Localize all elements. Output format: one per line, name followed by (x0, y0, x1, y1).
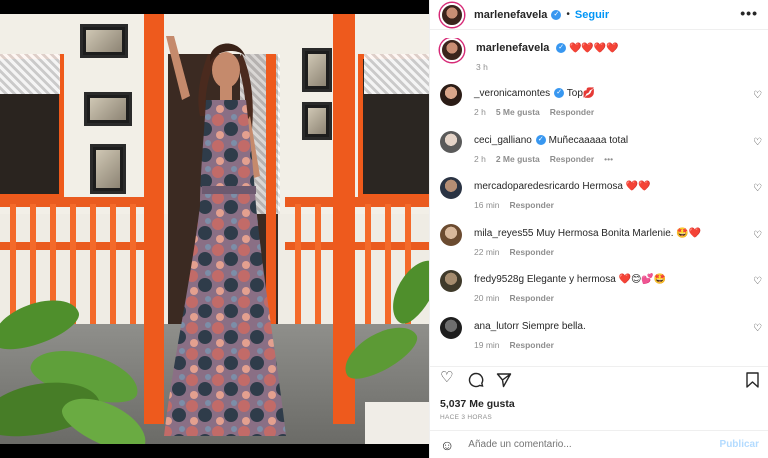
commenter-avatar[interactable] (440, 223, 462, 246)
like-comment-heart-icon[interactable]: ♡ (753, 323, 762, 334)
plant-pot (365, 402, 429, 444)
comment-text: Muy Hermosa Bonita Marlenie. 🤩❤️ (536, 227, 702, 239)
post-side-panel: marlenefavela ✓ • Seguir ••• marlenefave… (429, 0, 768, 458)
photo-scene (0, 14, 429, 444)
woman-figure (164, 36, 286, 436)
like-comment-heart-icon[interactable]: ♡ (753, 183, 762, 194)
comment-username[interactable]: _veronicamontes (474, 88, 550, 99)
commenter-avatar[interactable] (440, 130, 462, 153)
comment-time: 22 min (474, 246, 500, 257)
share-paper-plane-icon[interactable] (496, 372, 512, 388)
reply-button[interactable]: Responder (550, 107, 594, 117)
caption-username[interactable]: marlenefavela (476, 42, 549, 54)
comment-bubble-icon[interactable] (468, 372, 484, 388)
comment-text: Top💋 (566, 88, 596, 99)
caption-time: 3 h (476, 62, 488, 72)
post-photo[interactable] (0, 0, 429, 458)
verified-badge-icon: ✓ (556, 43, 567, 54)
likes-count[interactable]: 5,037 Me gusta (440, 398, 515, 410)
post-actions: ♡ (430, 366, 768, 392)
comment-likes[interactable]: 5 Me gusta (496, 107, 540, 117)
comment-username[interactable]: fredy9528g (474, 274, 524, 285)
verified-badge-icon: ✓ (554, 88, 565, 99)
author-username[interactable]: marlenefavela (474, 9, 547, 21)
verified-badge-icon: ✓ (551, 9, 562, 20)
comment-item: _veronicamontes ✓ Top💋 2 h 5 Me gusta Res… (430, 84, 768, 131)
reply-button[interactable]: Responder (510, 247, 554, 257)
like-comment-heart-icon[interactable]: ♡ (753, 90, 762, 101)
separator-dot: • (566, 9, 570, 20)
author-avatar[interactable] (440, 2, 464, 27)
like-heart-icon[interactable]: ♡ (440, 370, 453, 386)
add-comment-bar: ☺ Publicar (430, 430, 768, 458)
reply-button[interactable]: Responder (510, 340, 554, 350)
comment-item: mila_reyes55 Muy Hermosa Bonita Marlenie… (430, 223, 768, 271)
wall-picture (84, 92, 132, 126)
caption: marlenefavela ✓ ❤️❤️❤️❤️ 3 h (430, 38, 768, 84)
like-comment-heart-icon[interactable]: ♡ (753, 230, 762, 241)
wall-picture (302, 102, 332, 140)
save-bookmark-icon[interactable] (746, 372, 759, 388)
author-avatar[interactable] (440, 38, 464, 62)
comments-list[interactable]: marlenefavela ✓ ❤️❤️❤️❤️ 3 h _veronicamo… (430, 38, 768, 356)
comment-item: ceci_galliano ✓ Muñecaaaaa total 2 h 2 Me… (430, 130, 768, 178)
comment-text: Siempre bella. (521, 320, 586, 332)
caption-text: ❤️❤️❤️❤️ (568, 43, 619, 54)
comment-item: fredy9528g Elegante y hermosa ❤️😊💕🤩 20 m… (430, 270, 768, 317)
commenter-avatar[interactable] (440, 177, 462, 199)
like-comment-heart-icon[interactable]: ♡ (753, 137, 762, 148)
reply-button[interactable]: Responder (510, 293, 554, 303)
comment-item: ana_lutorr Siempre bella. 19 min Respond… (430, 316, 768, 357)
commenter-avatar[interactable] (440, 84, 462, 106)
reply-button[interactable]: Responder (550, 154, 594, 164)
post-header: marlenefavela ✓ • Seguir ••• (430, 0, 768, 30)
follow-button[interactable]: Seguir (575, 9, 609, 21)
publish-button[interactable]: Publicar (720, 439, 759, 450)
comment-text: Elegante y hermosa ❤️😊💕🤩 (526, 274, 667, 285)
emoji-smiley-icon[interactable]: ☺ (440, 437, 454, 453)
comment-username[interactable]: mila_reyes55 (474, 228, 533, 239)
verified-badge-icon: ✓ (535, 134, 546, 145)
wall-picture (90, 144, 126, 194)
comment-time: 16 min (474, 200, 500, 210)
comment-time: 19 min (474, 339, 500, 350)
comment-likes[interactable]: 2 Me gusta (496, 154, 540, 164)
comment-text: Muñecaaaaa total (548, 134, 629, 146)
wall-picture (302, 48, 332, 92)
commenter-avatar[interactable] (440, 270, 462, 292)
comment-username[interactable]: ceci_galliano (474, 135, 532, 146)
comment-options-icon[interactable]: ••• (604, 154, 613, 164)
comment-text: Hermosa ❤️❤️ (582, 181, 651, 192)
wall-picture (80, 24, 128, 58)
comment-input[interactable] (468, 439, 720, 450)
comment-username[interactable]: mercadoparedesricardo (474, 181, 580, 192)
comment-item: mercadoparedesricardo Hermosa ❤️❤️ 16 mi… (430, 177, 768, 224)
comment-username[interactable]: ana_lutorr (474, 321, 519, 332)
reply-button[interactable]: Responder (510, 200, 554, 210)
more-horizontal-icon[interactable]: ••• (740, 6, 758, 20)
comment-time: 20 min (474, 293, 500, 303)
comment-time: 2 h (474, 153, 486, 164)
comment-time: 2 h (474, 107, 486, 117)
like-comment-heart-icon[interactable]: ♡ (753, 276, 762, 287)
commenter-avatar[interactable] (440, 316, 462, 339)
post-timestamp: HACE 3 HORAS (440, 414, 493, 421)
